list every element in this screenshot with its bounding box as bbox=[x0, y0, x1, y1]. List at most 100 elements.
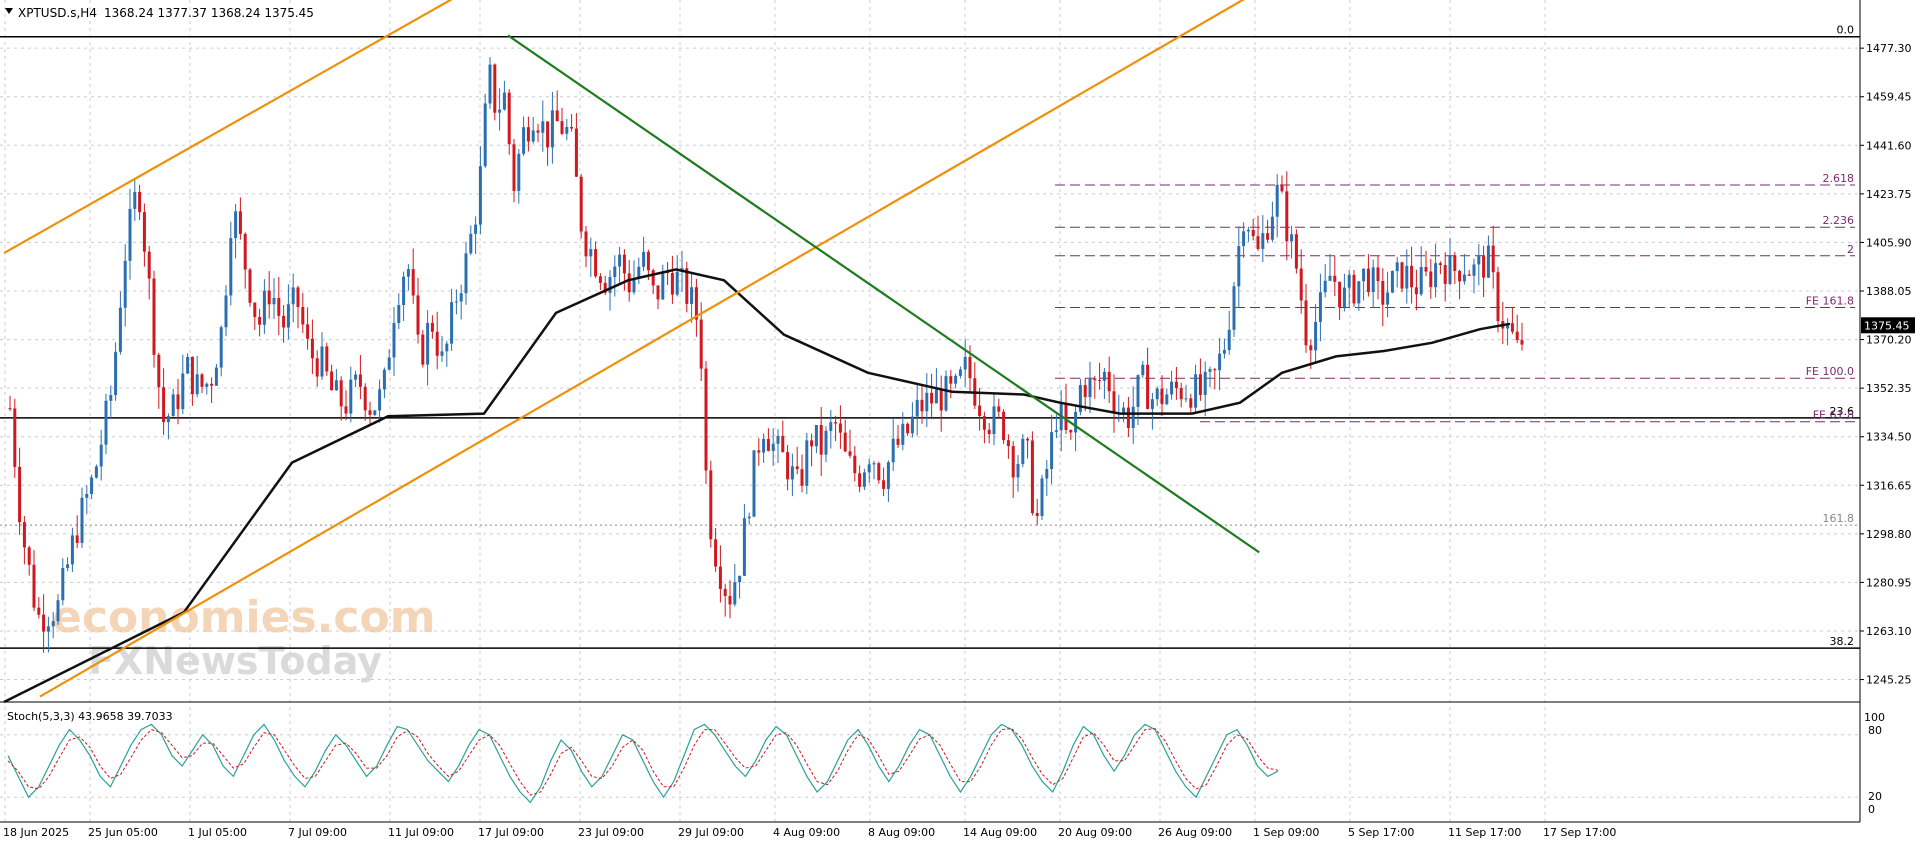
candle-body-145 bbox=[704, 368, 708, 471]
fe-label-5: FE 61.8 bbox=[1813, 409, 1854, 422]
candle-body-102 bbox=[498, 109, 502, 113]
candle-body-48 bbox=[238, 211, 242, 234]
candle-body-27 bbox=[138, 191, 142, 213]
watermark-line2: FXNewsToday bbox=[88, 639, 382, 683]
candle-body-95 bbox=[464, 253, 468, 294]
stoch-tick-0: 0 bbox=[1868, 803, 1875, 816]
candle-body-314 bbox=[1515, 331, 1519, 341]
candle-body-133 bbox=[646, 251, 650, 271]
grid-lines bbox=[0, 0, 1860, 822]
trendline-channel-upper bbox=[3, 0, 453, 255]
candle-body-297 bbox=[1434, 263, 1438, 288]
candle-body-2 bbox=[18, 466, 22, 523]
candle-body-176 bbox=[853, 455, 857, 474]
candle-body-182 bbox=[882, 480, 886, 489]
candle-body-279 bbox=[1347, 274, 1351, 288]
candle-body-306 bbox=[1477, 256, 1481, 265]
candle-body-212 bbox=[1026, 438, 1030, 441]
candle-body-211 bbox=[1021, 438, 1025, 464]
x-label-2: 1 Jul 05:00 bbox=[188, 826, 247, 839]
candle-body-288 bbox=[1390, 271, 1394, 293]
candle-body-160 bbox=[776, 435, 780, 444]
candle-body-100 bbox=[488, 64, 492, 104]
candle-body-115 bbox=[560, 121, 564, 134]
stoch-k-line bbox=[7, 723, 1279, 804]
candle-body-301 bbox=[1453, 255, 1457, 271]
candle-body-66 bbox=[325, 346, 329, 372]
candle-body-281 bbox=[1357, 281, 1361, 304]
candle-body-177 bbox=[858, 473, 862, 487]
candle-body-181 bbox=[877, 463, 881, 481]
candle-body-208 bbox=[1006, 440, 1010, 447]
candle-body-21 bbox=[109, 395, 113, 401]
dropdown-triangle-icon[interactable] bbox=[5, 8, 13, 14]
y-tick-label-0: 1477.30 bbox=[1866, 42, 1912, 55]
candle-body-147 bbox=[714, 539, 718, 567]
candle-body-260 bbox=[1256, 236, 1260, 249]
candle-body-121 bbox=[589, 249, 593, 257]
candle-body-304 bbox=[1467, 274, 1471, 276]
x-label-15: 11 Sep 17:00 bbox=[1448, 826, 1521, 839]
x-label-8: 4 Aug 09:00 bbox=[773, 826, 840, 839]
candle-body-72 bbox=[354, 374, 358, 380]
candle-body-155 bbox=[752, 450, 756, 517]
candle-body-293 bbox=[1414, 287, 1418, 295]
candle-body-127 bbox=[618, 254, 622, 267]
candle-body-126 bbox=[613, 266, 617, 278]
ohlc-values: 1368.24 1377.37 1368.24 1375.45 bbox=[104, 6, 314, 20]
candle-body-40 bbox=[200, 374, 204, 387]
candle-body-168 bbox=[814, 425, 818, 447]
last-price-label: 1375.45 bbox=[1864, 319, 1910, 332]
candle-body-171 bbox=[829, 422, 833, 431]
candle-body-294 bbox=[1419, 266, 1423, 295]
chart-window: economies.com FXNewsToday 0.0 23.6 38.2 161… bbox=[0, 0, 1916, 840]
candle-body-227 bbox=[1098, 380, 1102, 382]
candle-body-110 bbox=[536, 130, 540, 133]
candle-body-285 bbox=[1376, 267, 1380, 282]
candle-body-223 bbox=[1078, 385, 1082, 412]
candle-body-80 bbox=[392, 323, 396, 358]
candle-body-64 bbox=[315, 358, 319, 377]
y-tick-label-9: 1316.65 bbox=[1866, 479, 1912, 492]
candle-body-91 bbox=[445, 343, 449, 352]
candle-body-23 bbox=[118, 307, 122, 352]
candle-body-210 bbox=[1016, 463, 1020, 478]
candle-body-197 bbox=[954, 375, 958, 384]
candle-body-310 bbox=[1496, 272, 1500, 322]
candle-body-258 bbox=[1246, 229, 1250, 232]
candle-body-49 bbox=[243, 233, 247, 270]
candle-body-163 bbox=[790, 466, 794, 480]
candle-body-122 bbox=[594, 249, 598, 277]
candle-body-148 bbox=[718, 566, 722, 589]
candle-body-109 bbox=[531, 130, 535, 142]
candle-body-65 bbox=[320, 346, 324, 377]
candle-body-33 bbox=[166, 416, 170, 423]
candle-body-292 bbox=[1410, 265, 1414, 288]
candle-body-138 bbox=[670, 273, 674, 295]
x-label-13: 1 Sep 09:00 bbox=[1253, 826, 1319, 839]
price-chart[interactable]: economies.com FXNewsToday 0.023.638.2161… bbox=[0, 0, 1916, 840]
candle-body-16 bbox=[85, 494, 89, 498]
candle-body-0 bbox=[8, 408, 12, 410]
candle-body-149 bbox=[723, 588, 727, 596]
candle-body-220 bbox=[1064, 403, 1068, 430]
stochastic-panel: Stoch(5,3,3) 43.9658 39.7033 100 80 20 0 bbox=[0, 710, 1885, 816]
x-label-14: 5 Sep 17:00 bbox=[1348, 826, 1414, 839]
candle-body-71 bbox=[349, 379, 353, 414]
candle-body-3 bbox=[22, 522, 26, 548]
candle-body-215 bbox=[1040, 478, 1044, 517]
candle-body-276 bbox=[1333, 275, 1337, 282]
candle-body-50 bbox=[248, 269, 252, 303]
candle-body-291 bbox=[1405, 265, 1409, 289]
watermark-line1: economies.com bbox=[52, 592, 436, 643]
candle-body-218 bbox=[1054, 430, 1058, 433]
candle-body-96 bbox=[469, 233, 473, 254]
candle-body-192 bbox=[930, 392, 934, 404]
candle-body-85 bbox=[416, 295, 420, 335]
candle-body-78 bbox=[382, 369, 386, 390]
stoch-tick-20: 20 bbox=[1868, 790, 1882, 803]
candle-body-98 bbox=[478, 166, 482, 225]
candle-body-217 bbox=[1050, 432, 1054, 469]
y-tick-label-6: 1370.20 bbox=[1866, 334, 1912, 347]
candle-body-132 bbox=[642, 251, 646, 267]
